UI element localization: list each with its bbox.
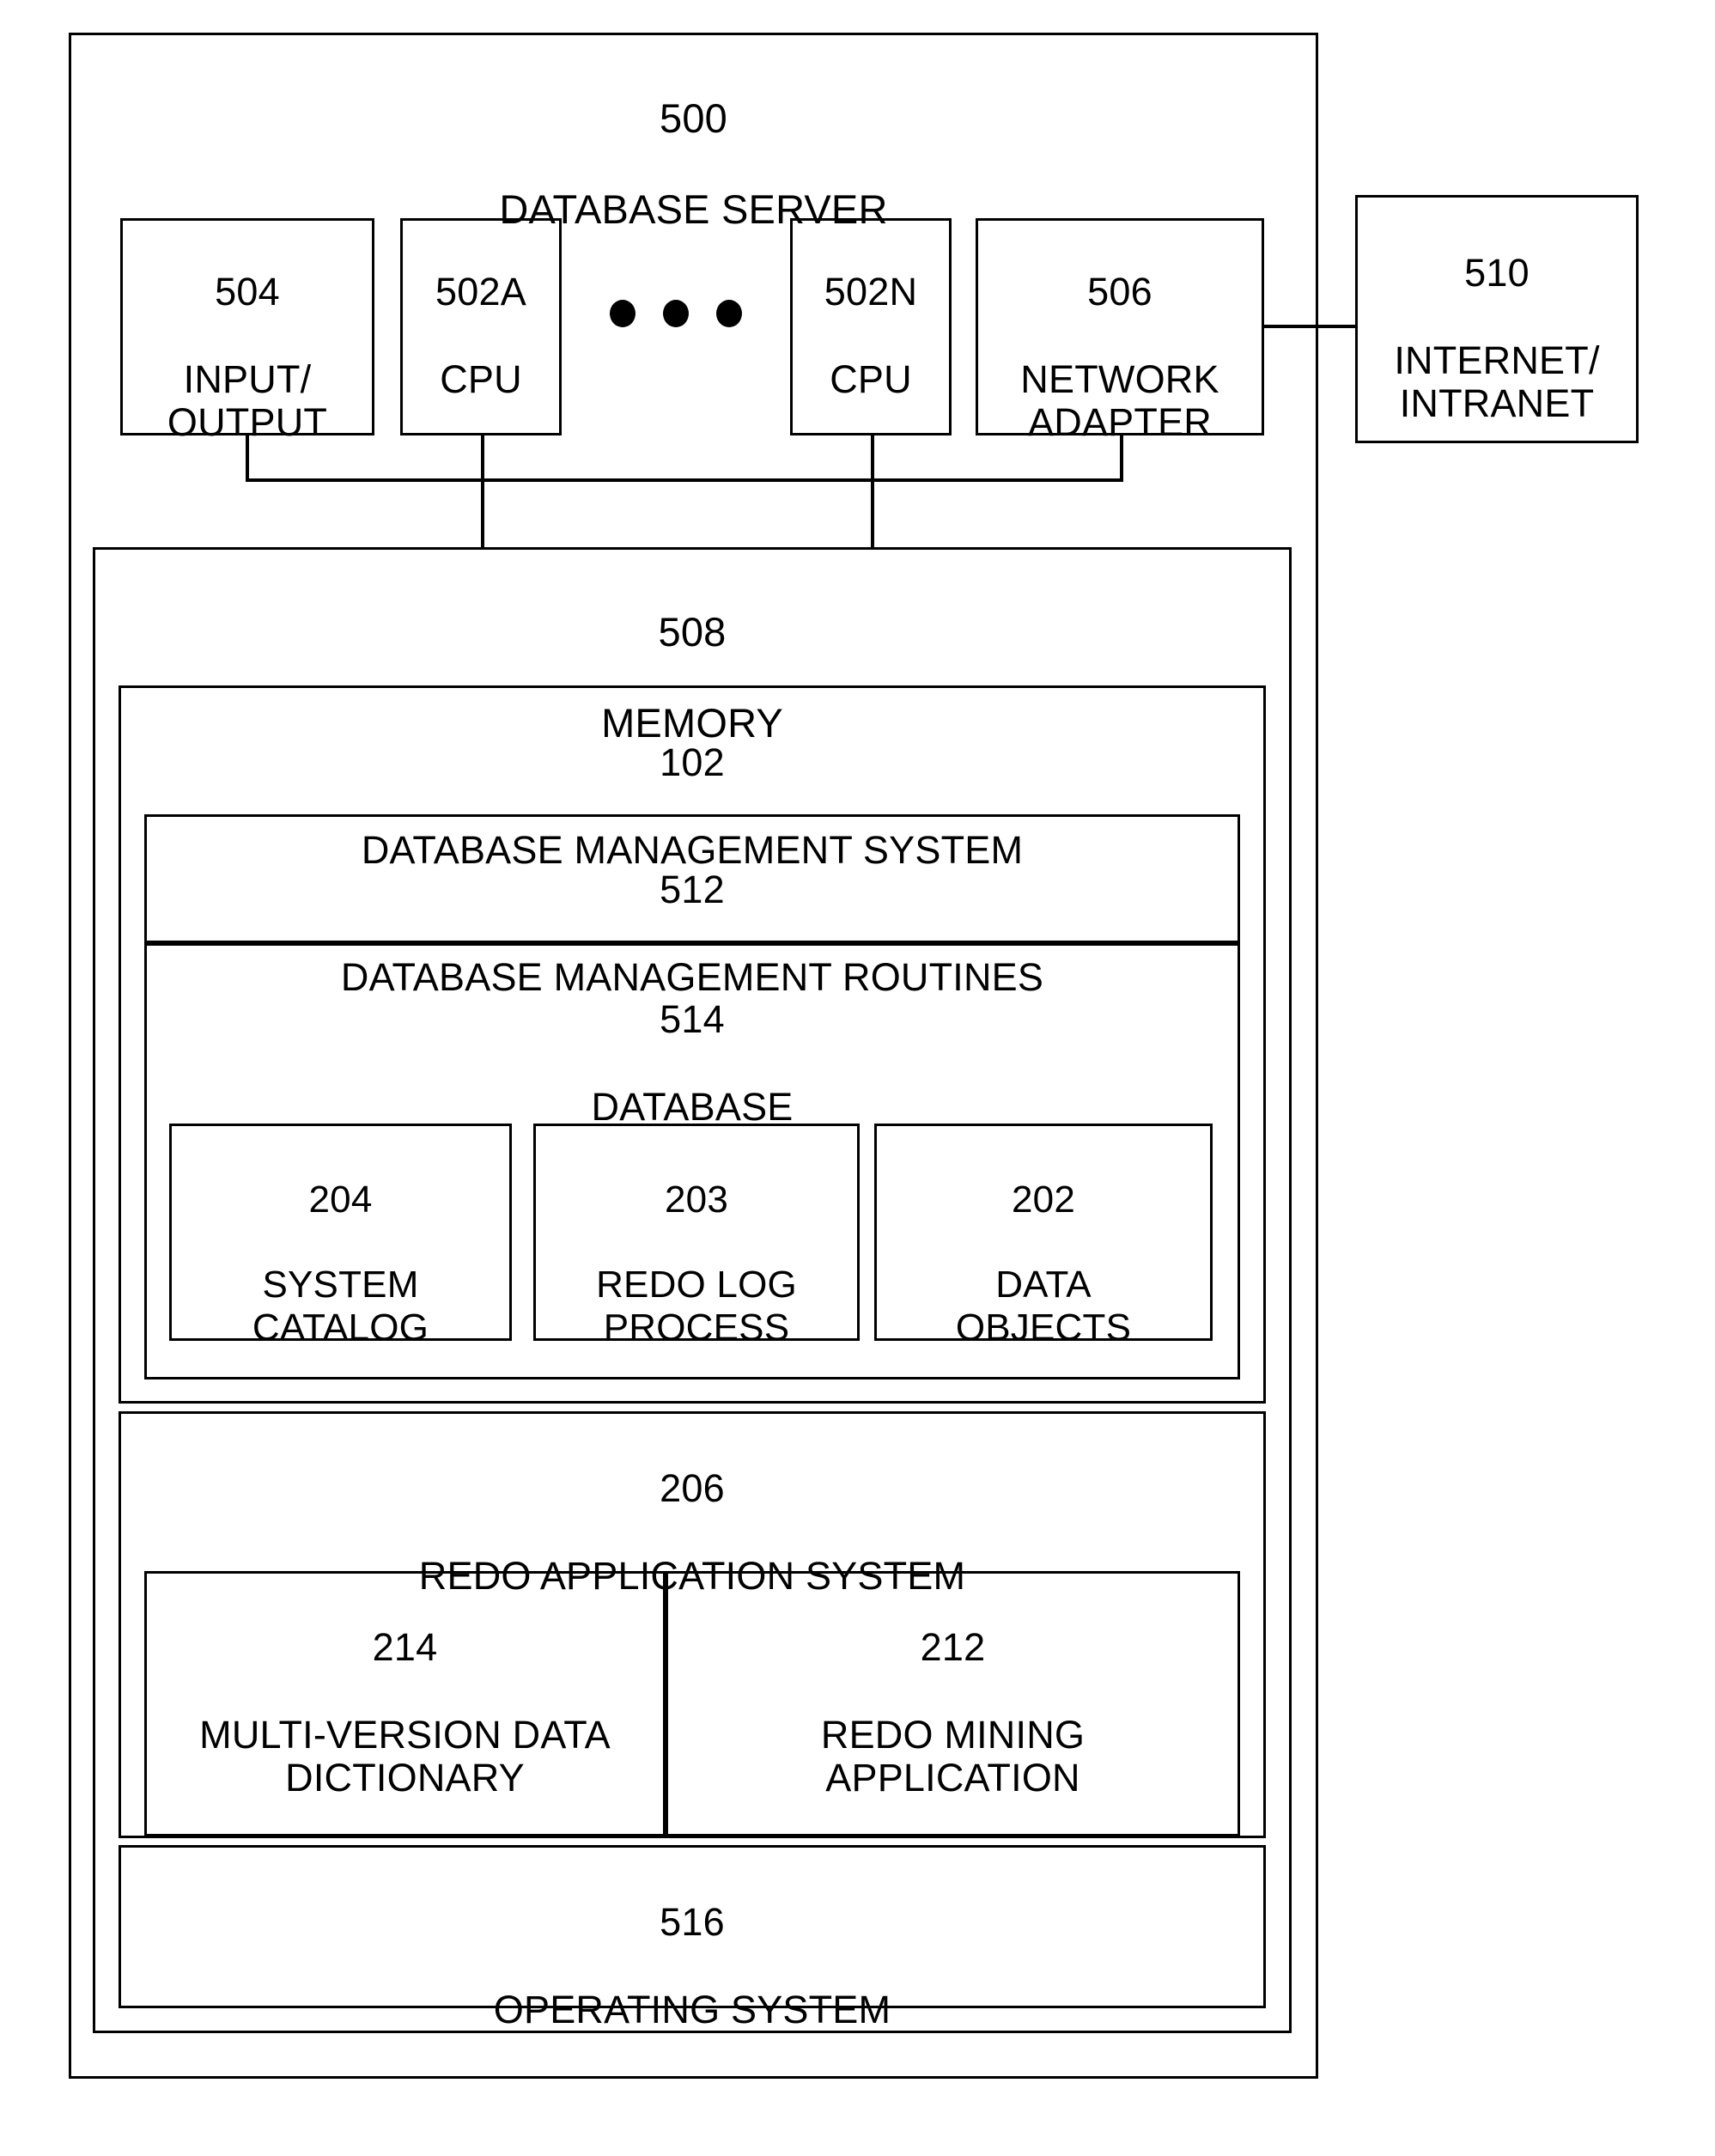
operating-system-name: OPERATING SYSTEM [493,1987,891,2031]
redo-log-process-number: 203 [664,1178,728,1221]
network-adapter-drop-line [1120,435,1123,480]
multi-version-dictionary-number: 214 [372,1624,438,1669]
database-server-number: 500 [659,95,728,142]
redo-mining-application-name: REDO MINING APPLICATION [820,1712,1086,1800]
redo-log-process-name: REDO LOG PROCESS [596,1264,797,1349]
cpu-a-label: 502A CPU [400,227,562,445]
cpu-n-name: CPU [830,356,912,401]
database-number: 514 [660,996,725,1041]
data-objects-label: 202 DATA OBJECTS [874,1136,1213,1392]
memory-number: 508 [658,609,727,655]
ellipsis-dot-2 [663,300,689,327]
network-adapter-name: NETWORK ADAPTER [1020,356,1219,445]
data-objects-number: 202 [1011,1178,1075,1221]
ellipsis-dot-1 [610,300,636,327]
input-output-name: INPUT/ OUTPUT [167,356,328,445]
db-routines-number: 512 [660,867,725,911]
network-to-internet-connector [1264,325,1357,328]
input-output-number: 504 [215,269,280,314]
cpu-n-number: 502N [824,269,918,314]
internet-intranet-label: 510 INTERNET/ INTRANET [1355,208,1639,470]
cpu-a-bus-line [481,435,484,549]
patent-figure: 500 DATABASE SERVER 504 INPUT/ OUTPUT 50… [0,0,1715,2156]
database-name: DATABASE [591,1084,794,1129]
ellipsis-dot-3 [716,300,742,327]
system-catalog-label: 204 SYSTEM CATALOG [169,1136,512,1392]
multi-version-dictionary-name: MULTI-VERSION DATA DICTIONARY [199,1712,611,1800]
dbms-number: 102 [660,740,725,784]
data-objects-name: DATA OBJECTS [955,1264,1132,1349]
network-adapter-number: 506 [1087,269,1152,314]
redo-application-system-number: 206 [660,1465,725,1510]
redo-mining-application-label: 212 REDO MINING APPLICATION [666,1582,1240,1844]
cpu-n-bus-line [871,435,874,549]
operating-system-number: 516 [660,1899,725,1944]
operating-system-label: 516 OPERATING SYSTEM [119,1857,1266,2075]
cpu-a-name: CPU [440,356,522,401]
internet-intranet-number: 510 [1464,250,1530,295]
system-catalog-number: 204 [308,1178,373,1221]
cpu-n-label: 502N CPU [790,227,952,445]
system-catalog-name: SYSTEM CATALOG [252,1264,429,1349]
redo-log-process-label: 203 REDO LOG PROCESS [533,1136,860,1392]
cpu-a-number: 502A [435,269,526,314]
multi-version-dictionary-label: 214 MULTI-VERSION DATA DICTIONARY [144,1582,666,1844]
peripheral-bus-line [246,478,1123,482]
internet-intranet-name: INTERNET/ INTRANET [1394,338,1600,426]
redo-mining-application-number: 212 [920,1624,986,1669]
io-drop-line [246,435,249,480]
